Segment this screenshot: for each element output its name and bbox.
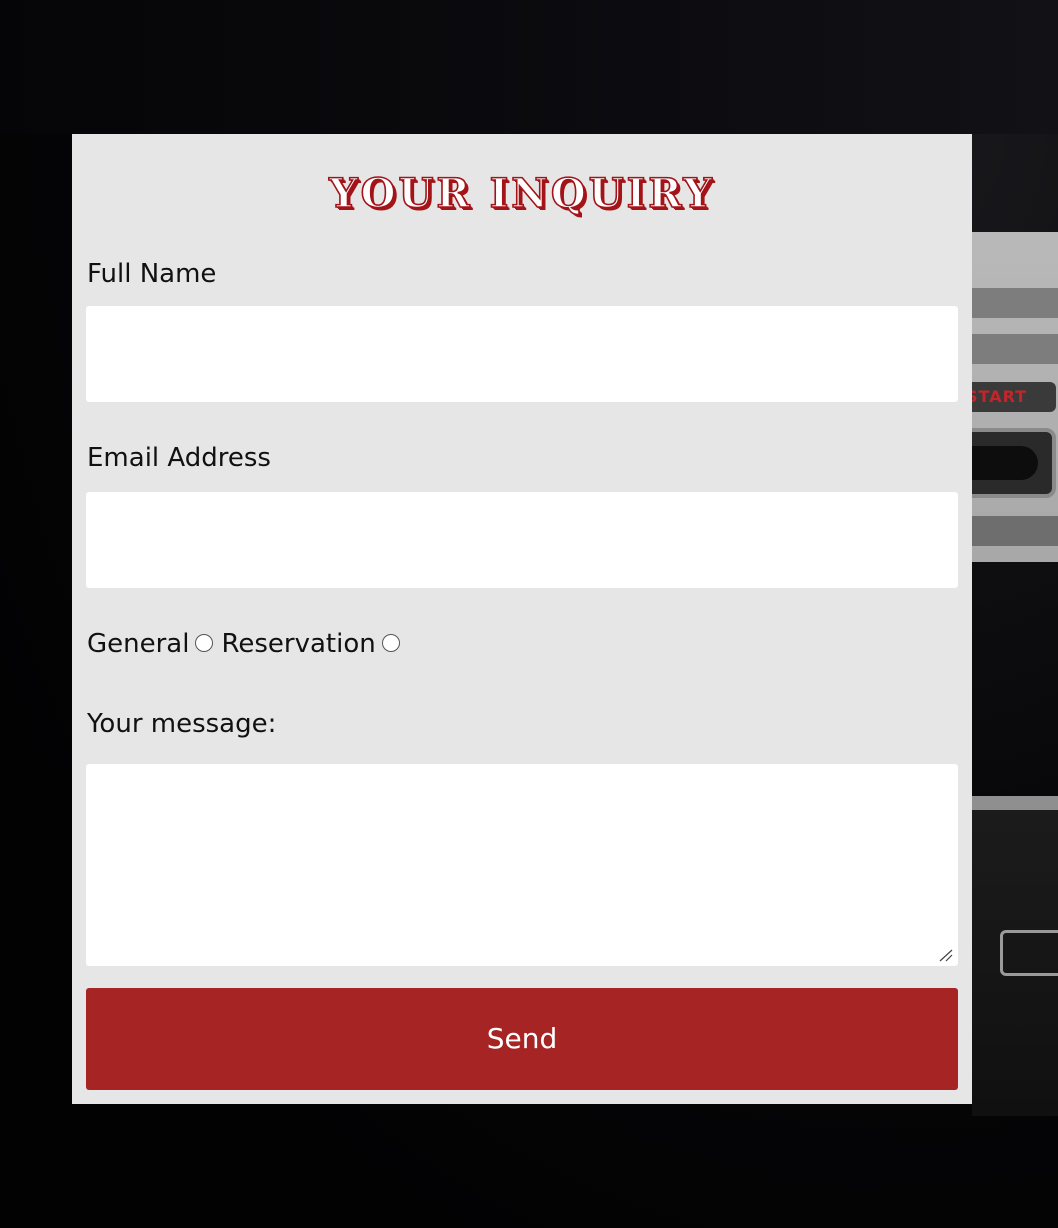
message-textarea[interactable] (86, 764, 958, 966)
send-button[interactable]: Send (86, 988, 958, 1090)
message-label: Your message: (87, 709, 277, 739)
reservation-radio[interactable] (381, 634, 400, 652)
resize-handle-icon[interactable] (938, 948, 954, 962)
reservation-radio-label[interactable]: Reservation (221, 628, 375, 660)
background-controller-outline (1000, 930, 1058, 976)
form-title: YOUR INQUIRY (328, 169, 715, 218)
email-field[interactable] (86, 492, 958, 588)
general-radio[interactable] (195, 634, 214, 652)
background-controller-edge (972, 796, 1058, 810)
background-top-band (0, 0, 1058, 134)
email-address-label: Email Address (87, 443, 271, 473)
full-name-field[interactable] (86, 306, 958, 402)
general-radio-label[interactable]: General (87, 628, 189, 660)
full-name-label: Full Name (87, 259, 217, 289)
inquiry-type-group: General Reservation (87, 626, 408, 662)
